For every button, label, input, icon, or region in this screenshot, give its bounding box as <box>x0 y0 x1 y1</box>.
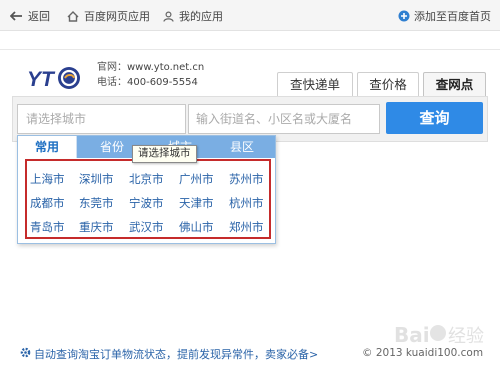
home-icon <box>67 10 79 22</box>
tab-price[interactable]: 查价格 <box>357 72 419 96</box>
phone-label: 电话： <box>97 77 127 88</box>
footer-promo-link[interactable]: 自动查询淘宝订单物流状态，提前发现异常件，卖家必备> <box>20 346 318 362</box>
back-arrow-icon <box>10 11 23 21</box>
top-bar: 返回 百度网页应用 我的应用 添加至百度首页 <box>0 0 500 31</box>
city-option[interactable]: 杭州市 <box>229 195 264 211</box>
yto-logo: YT YT <box>27 64 81 92</box>
my-apps-label: 我的应用 <box>179 10 223 23</box>
contact-info: 官网：www.yto.net.cn 电话：400-609-5554 <box>97 60 204 90</box>
home-apps-label: 百度网页应用 <box>84 10 150 23</box>
tab-outlets[interactable]: 查网点 <box>423 72 486 96</box>
city-option[interactable]: 重庆市 <box>79 219 114 235</box>
svg-text:经验: 经验 <box>448 326 484 347</box>
back-label: 返回 <box>28 10 50 23</box>
copyright-text: © 2013 kuaidi100.com <box>362 347 484 359</box>
plus-circle-icon <box>398 10 410 22</box>
svg-text:YT: YT <box>27 68 56 91</box>
street-search-input[interactable]: 输入街道名、小区名或大厦名 <box>188 104 380 134</box>
city-option[interactable]: 郑州市 <box>229 219 264 235</box>
query-button[interactable]: 查询 <box>386 102 483 134</box>
city-option[interactable]: 苏州市 <box>229 171 264 187</box>
website-row: 官网：www.yto.net.cn <box>97 60 204 75</box>
home-apps-link[interactable]: 百度网页应用 <box>67 8 150 24</box>
footer-promo-text: 自动查询淘宝订单物流状态，提前发现异常件，卖家必备> <box>34 348 319 361</box>
website-value: www.yto.net.cn <box>127 62 205 73</box>
svg-text:Bai: Bai <box>394 323 430 347</box>
city-option[interactable]: 天津市 <box>179 195 214 211</box>
city-option[interactable]: 上海市 <box>30 171 65 187</box>
city-option[interactable]: 青岛市 <box>30 219 65 235</box>
city-option[interactable]: 宁波市 <box>129 195 164 211</box>
website-label: 官网： <box>97 62 127 73</box>
tab-district[interactable]: 县区 <box>214 136 270 158</box>
city-option[interactable]: 东莞市 <box>79 195 114 211</box>
phone-row: 电话：400-609-5554 <box>97 75 204 90</box>
tab-common[interactable]: 常用 <box>18 136 77 158</box>
tab-track-parcel[interactable]: 查快递单 <box>277 72 353 96</box>
city-select-input[interactable]: 请选择城市 <box>17 104 186 134</box>
back-button[interactable]: 返回 <box>10 8 50 24</box>
city-option[interactable]: 广州市 <box>179 171 214 187</box>
city-option[interactable]: 佛山市 <box>179 219 214 235</box>
user-icon <box>163 10 174 22</box>
gear-icon <box>20 347 31 361</box>
add-to-home-button[interactable]: 添加至百度首页 <box>398 8 491 24</box>
city-option[interactable]: 北京市 <box>129 171 164 187</box>
city-option[interactable]: 武汉市 <box>129 219 164 235</box>
phone-value: 400-609-5554 <box>127 77 198 88</box>
city-option[interactable]: 成都市 <box>30 195 65 211</box>
city-tooltip: 请选择城市 <box>132 145 197 163</box>
city-option[interactable]: 深圳市 <box>79 171 114 187</box>
add-to-home-label: 添加至百度首页 <box>414 10 491 23</box>
my-apps-link[interactable]: 我的应用 <box>163 8 223 24</box>
